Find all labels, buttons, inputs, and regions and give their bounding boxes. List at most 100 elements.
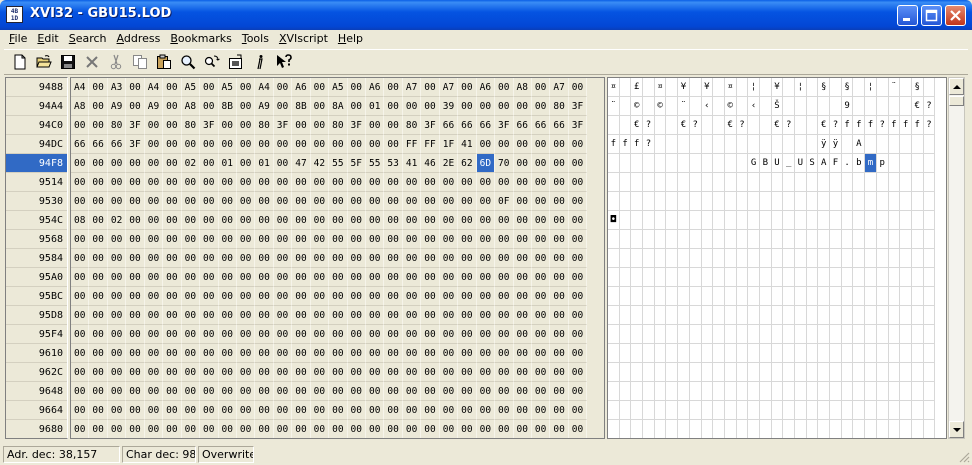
hex-byte-cell[interactable]: 00 bbox=[218, 173, 237, 192]
text-char-cell[interactable] bbox=[748, 420, 760, 438]
hex-byte-cell[interactable]: 00 bbox=[236, 401, 256, 420]
text-char-cell[interactable] bbox=[689, 382, 702, 401]
minimize-button[interactable] bbox=[897, 5, 918, 26]
hex-byte-cell[interactable]: 00 bbox=[329, 420, 348, 438]
cut-button[interactable] bbox=[104, 51, 128, 73]
hex-byte-cell[interactable]: 00 bbox=[89, 325, 108, 344]
hex-byte-cell[interactable]: 00 bbox=[347, 287, 366, 306]
text-char-cell[interactable] bbox=[771, 325, 784, 344]
hex-byte-cell[interactable]: 00 bbox=[531, 401, 551, 420]
text-char-cell[interactable] bbox=[748, 363, 760, 382]
hex-byte-cell[interactable]: 00 bbox=[421, 306, 440, 325]
hex-byte-cell[interactable]: 00 bbox=[163, 249, 182, 268]
text-char-cell[interactable] bbox=[654, 230, 667, 249]
text-char-cell[interactable]: ¤ bbox=[608, 78, 620, 97]
address-row[interactable]: 9530 bbox=[6, 192, 67, 211]
hex-byte-cell[interactable]: 00 bbox=[402, 344, 422, 363]
hex-byte-cell[interactable]: 00 bbox=[126, 230, 145, 249]
hex-byte-cell[interactable]: 00 bbox=[495, 135, 514, 154]
text-char-cell[interactable] bbox=[759, 173, 772, 192]
text-char-cell[interactable] bbox=[678, 325, 690, 344]
hex-byte-cell[interactable]: FF bbox=[421, 135, 440, 154]
hex-byte-cell[interactable]: A3 bbox=[107, 78, 127, 97]
hex-byte-cell[interactable]: 00 bbox=[273, 363, 293, 382]
text-char-cell[interactable] bbox=[818, 382, 831, 401]
hex-byte-cell[interactable]: 00 bbox=[292, 325, 311, 344]
text-char-cell[interactable]: ¨ bbox=[888, 78, 901, 97]
hex-byte-cell[interactable]: 00 bbox=[236, 363, 256, 382]
hex-byte-cell[interactable]: 00 bbox=[236, 268, 256, 287]
hex-byte-cell[interactable]: 00 bbox=[495, 173, 514, 192]
text-char-cell[interactable] bbox=[783, 344, 795, 363]
text-char-cell[interactable] bbox=[783, 306, 795, 325]
hex-byte-cell[interactable]: 00 bbox=[495, 230, 514, 249]
text-char-cell[interactable] bbox=[724, 135, 737, 154]
text-char-cell[interactable] bbox=[923, 344, 936, 363]
text-char-cell[interactable] bbox=[888, 173, 901, 192]
text-char-cell[interactable] bbox=[713, 116, 725, 135]
text-char-cell[interactable] bbox=[923, 192, 936, 211]
hex-byte-cell[interactable]: A7 bbox=[402, 78, 422, 97]
text-char-cell[interactable] bbox=[643, 363, 655, 382]
hex-byte-cell[interactable]: 66 bbox=[107, 135, 127, 154]
text-char-cell[interactable] bbox=[619, 173, 632, 192]
text-char-cell[interactable] bbox=[608, 382, 620, 401]
hex-byte-cell[interactable]: 00 bbox=[236, 230, 256, 249]
hex-byte-cell[interactable]: 00 bbox=[181, 249, 201, 268]
text-char-cell[interactable] bbox=[853, 192, 866, 211]
text-char-cell[interactable] bbox=[619, 249, 632, 268]
text-char-cell[interactable] bbox=[701, 173, 714, 192]
hex-byte-cell[interactable]: 00 bbox=[329, 230, 348, 249]
text-char-cell[interactable]: B bbox=[759, 154, 772, 173]
hex-byte-cell[interactable]: 00 bbox=[513, 135, 532, 154]
hex-byte-cell[interactable]: 00 bbox=[550, 287, 569, 306]
text-char-cell[interactable] bbox=[806, 306, 819, 325]
text-char-cell[interactable] bbox=[830, 401, 842, 420]
text-char-cell[interactable] bbox=[619, 325, 632, 344]
hex-byte-cell[interactable]: 00 bbox=[476, 173, 496, 192]
text-char-cell[interactable] bbox=[724, 287, 737, 306]
text-char-cell[interactable] bbox=[713, 78, 725, 97]
text-char-cell[interactable] bbox=[666, 363, 679, 382]
hex-byte-cell[interactable]: 00 bbox=[218, 268, 237, 287]
text-char-cell[interactable] bbox=[830, 363, 842, 382]
text-char-cell[interactable] bbox=[900, 78, 912, 97]
hex-byte-cell[interactable]: 00 bbox=[495, 211, 514, 230]
hex-byte-cell[interactable]: 00 bbox=[236, 287, 256, 306]
hex-byte-cell[interactable]: 00 bbox=[163, 306, 182, 325]
hex-byte-cell[interactable]: 00 bbox=[421, 363, 440, 382]
text-char-cell[interactable] bbox=[713, 401, 725, 420]
text-char-cell[interactable] bbox=[771, 230, 784, 249]
hex-byte-cell[interactable]: 00 bbox=[384, 135, 403, 154]
text-char-cell[interactable] bbox=[841, 268, 854, 287]
text-char-cell[interactable] bbox=[853, 230, 866, 249]
text-char-cell[interactable] bbox=[619, 192, 632, 211]
hex-byte-cell[interactable]: 00 bbox=[163, 325, 182, 344]
hex-byte-cell[interactable]: 80 bbox=[550, 97, 569, 116]
text-char-cell[interactable] bbox=[666, 154, 679, 173]
hex-byte-cell[interactable]: 00 bbox=[182, 420, 201, 438]
hex-byte-cell[interactable]: 00 bbox=[384, 382, 403, 401]
hex-byte-cell[interactable]: 00 bbox=[513, 325, 532, 344]
hex-byte-cell[interactable]: 00 bbox=[181, 401, 201, 420]
text-char-cell[interactable] bbox=[701, 287, 714, 306]
hex-byte-cell[interactable]: 00 bbox=[458, 211, 477, 230]
text-char-cell[interactable] bbox=[911, 363, 924, 382]
hex-byte-cell[interactable]: 00 bbox=[89, 192, 108, 211]
hex-byte-cell[interactable]: 8A bbox=[329, 97, 348, 116]
text-char-cell[interactable] bbox=[865, 401, 877, 420]
hex-byte-cell[interactable]: 00 bbox=[402, 173, 422, 192]
text-char-cell[interactable] bbox=[865, 287, 877, 306]
hex-byte-cell[interactable]: 3F bbox=[495, 116, 514, 135]
text-char-cell[interactable] bbox=[608, 154, 620, 173]
text-char-cell[interactable] bbox=[900, 420, 912, 438]
text-char-cell[interactable]: b bbox=[853, 154, 866, 173]
hex-byte-cell[interactable]: 00 bbox=[292, 173, 311, 192]
text-char-cell[interactable] bbox=[643, 344, 655, 363]
text-char-cell[interactable] bbox=[759, 249, 772, 268]
hex-byte-cell[interactable]: 00 bbox=[439, 306, 459, 325]
hex-byte-cell[interactable]: 00 bbox=[329, 325, 348, 344]
hex-byte-cell[interactable]: 00 bbox=[568, 173, 588, 192]
text-char-cell[interactable] bbox=[923, 268, 936, 287]
text-char-cell[interactable] bbox=[876, 211, 889, 230]
